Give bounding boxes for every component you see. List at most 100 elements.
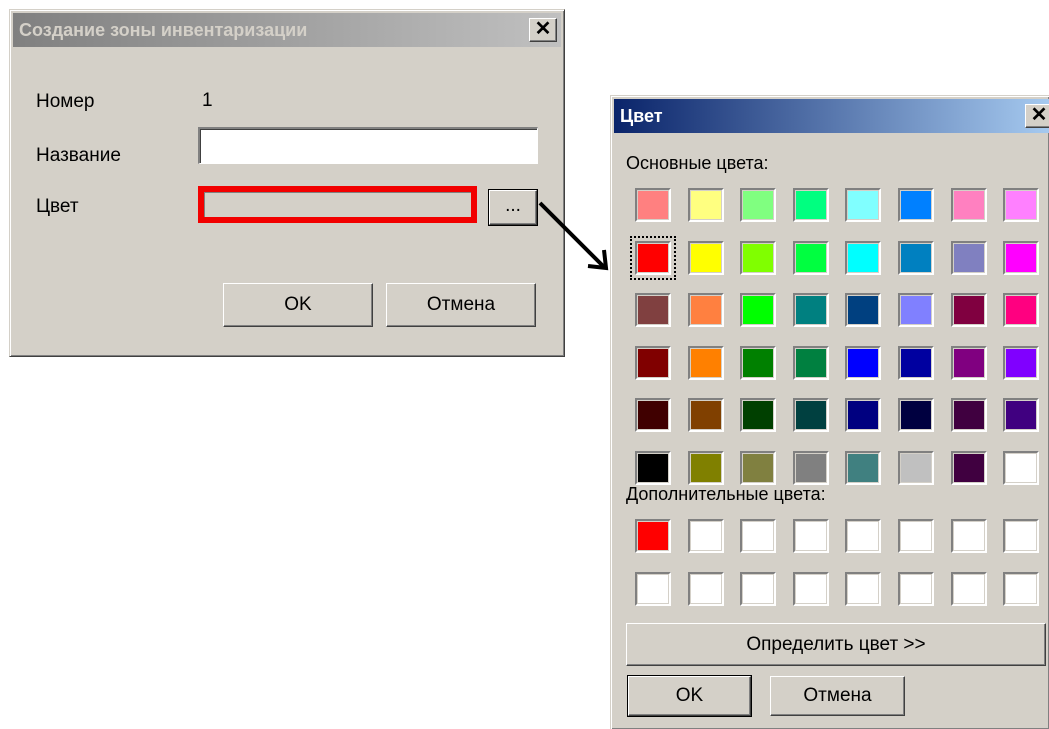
custom-color-swatch-fill bbox=[848, 522, 878, 550]
basic-color-swatch[interactable] bbox=[951, 293, 987, 327]
custom-color-swatch[interactable] bbox=[845, 519, 881, 553]
basic-color-swatch[interactable] bbox=[898, 346, 934, 380]
basic-color-swatch[interactable] bbox=[635, 451, 671, 485]
basic-color-swatch[interactable] bbox=[1003, 293, 1039, 327]
custom-color-swatch[interactable] bbox=[688, 572, 724, 606]
zone-ok-label: OK bbox=[284, 294, 312, 315]
basic-color-swatch[interactable] bbox=[635, 241, 671, 275]
basic-color-swatch[interactable] bbox=[951, 241, 987, 275]
basic-color-swatch[interactable] bbox=[793, 241, 829, 275]
basic-color-swatch[interactable] bbox=[1003, 451, 1039, 485]
basic-color-swatch[interactable] bbox=[1003, 241, 1039, 275]
basic-color-swatch[interactable] bbox=[845, 398, 881, 432]
custom-color-swatch[interactable] bbox=[635, 519, 671, 553]
basic-color-swatch-fill bbox=[691, 454, 721, 482]
color-cancel-label: Отмена bbox=[803, 685, 872, 706]
custom-color-swatch[interactable] bbox=[951, 519, 987, 553]
basic-color-swatch[interactable] bbox=[740, 398, 776, 432]
basic-color-swatch-fill bbox=[691, 296, 721, 324]
color-dialog-title: Цвет bbox=[620, 106, 663, 126]
custom-color-swatch[interactable] bbox=[1003, 519, 1039, 553]
custom-color-swatch-fill bbox=[796, 522, 826, 550]
custom-color-swatch[interactable] bbox=[898, 519, 934, 553]
basic-color-swatch[interactable] bbox=[898, 451, 934, 485]
basic-color-swatch[interactable] bbox=[1003, 398, 1039, 432]
basic-color-swatch-fill bbox=[954, 191, 984, 219]
basic-color-swatch[interactable] bbox=[1003, 346, 1039, 380]
basic-color-swatch-fill bbox=[901, 454, 931, 482]
basic-color-swatch[interactable] bbox=[1003, 188, 1039, 222]
custom-color-swatch-fill bbox=[1006, 522, 1036, 550]
basic-color-swatch[interactable] bbox=[898, 398, 934, 432]
color-dialog-titlebar[interactable]: Цвет bbox=[614, 99, 1049, 133]
zone-dialog-titlebar[interactable]: Создание зоны инвентаризации bbox=[13, 13, 561, 47]
basic-color-swatch[interactable] bbox=[793, 293, 829, 327]
basic-color-swatch[interactable] bbox=[845, 241, 881, 275]
name-field[interactable] bbox=[198, 127, 538, 164]
custom-color-swatch[interactable] bbox=[1003, 572, 1039, 606]
color-cancel-button[interactable]: Отмена bbox=[770, 676, 905, 716]
basic-color-swatch[interactable] bbox=[688, 188, 724, 222]
basic-color-swatch[interactable] bbox=[898, 188, 934, 222]
color-preview-field[interactable] bbox=[198, 186, 477, 223]
basic-color-swatch-fill bbox=[691, 349, 721, 377]
basic-color-swatch[interactable] bbox=[688, 346, 724, 380]
basic-color-swatch[interactable] bbox=[951, 188, 987, 222]
custom-color-swatch[interactable] bbox=[635, 572, 671, 606]
custom-color-swatch[interactable] bbox=[740, 519, 776, 553]
define-color-label: Определить цвет >> bbox=[746, 634, 926, 655]
basic-color-swatch-fill bbox=[796, 296, 826, 324]
custom-color-swatch-fill bbox=[691, 522, 721, 550]
basic-color-swatch[interactable] bbox=[845, 346, 881, 380]
basic-color-swatch-fill bbox=[848, 191, 878, 219]
define-color-button[interactable]: Определить цвет >> bbox=[626, 623, 1046, 666]
basic-color-swatch[interactable] bbox=[740, 188, 776, 222]
custom-color-swatch-fill bbox=[743, 575, 773, 603]
basic-color-swatch[interactable] bbox=[688, 241, 724, 275]
basic-color-swatch-fill bbox=[796, 401, 826, 429]
custom-color-swatch[interactable] bbox=[898, 572, 934, 606]
basic-color-swatch[interactable] bbox=[793, 346, 829, 380]
basic-color-swatch[interactable] bbox=[793, 398, 829, 432]
basic-color-swatch-fill bbox=[743, 244, 773, 272]
basic-color-swatch[interactable] bbox=[845, 451, 881, 485]
custom-color-swatch-fill bbox=[901, 575, 931, 603]
basic-color-swatch[interactable] bbox=[793, 188, 829, 222]
color-ok-button[interactable]: OK bbox=[627, 675, 752, 717]
basic-color-swatch[interactable] bbox=[898, 241, 934, 275]
color-preview-swatch bbox=[204, 192, 471, 217]
basic-color-swatch[interactable] bbox=[951, 451, 987, 485]
basic-color-swatch-fill bbox=[901, 244, 931, 272]
zone-ok-button[interactable]: OK bbox=[223, 283, 373, 327]
custom-color-swatch[interactable] bbox=[740, 572, 776, 606]
custom-color-swatch-fill bbox=[1006, 575, 1036, 603]
basic-color-swatch[interactable] bbox=[845, 188, 881, 222]
basic-color-swatch[interactable] bbox=[740, 451, 776, 485]
zone-cancel-button[interactable]: Отмена bbox=[386, 283, 536, 327]
basic-color-swatch[interactable] bbox=[740, 346, 776, 380]
custom-color-swatch[interactable] bbox=[688, 519, 724, 553]
basic-color-swatch[interactable] bbox=[635, 398, 671, 432]
custom-color-swatch[interactable] bbox=[793, 572, 829, 606]
basic-color-swatch[interactable] bbox=[688, 451, 724, 485]
basic-color-swatch[interactable] bbox=[688, 293, 724, 327]
basic-color-swatch[interactable] bbox=[793, 451, 829, 485]
basic-color-swatch[interactable] bbox=[688, 398, 724, 432]
custom-color-swatch[interactable] bbox=[793, 519, 829, 553]
color-dialog-close-icon[interactable]: ✕ bbox=[1025, 104, 1049, 128]
basic-color-swatch[interactable] bbox=[740, 293, 776, 327]
basic-color-swatch[interactable] bbox=[635, 346, 671, 380]
basic-color-swatch[interactable] bbox=[951, 346, 987, 380]
custom-color-swatch-fill bbox=[743, 522, 773, 550]
custom-color-swatch[interactable] bbox=[845, 572, 881, 606]
basic-color-swatch[interactable] bbox=[740, 241, 776, 275]
zone-dialog-close-icon[interactable]: ✕ bbox=[529, 18, 557, 42]
basic-color-swatch[interactable] bbox=[845, 293, 881, 327]
basic-color-swatch[interactable] bbox=[951, 398, 987, 432]
basic-color-swatch-fill bbox=[954, 401, 984, 429]
basic-color-swatch[interactable] bbox=[635, 188, 671, 222]
basic-color-swatch[interactable] bbox=[898, 293, 934, 327]
custom-color-swatch[interactable] bbox=[951, 572, 987, 606]
browse-color-button[interactable]: ... bbox=[488, 189, 538, 226]
basic-color-swatch[interactable] bbox=[635, 293, 671, 327]
